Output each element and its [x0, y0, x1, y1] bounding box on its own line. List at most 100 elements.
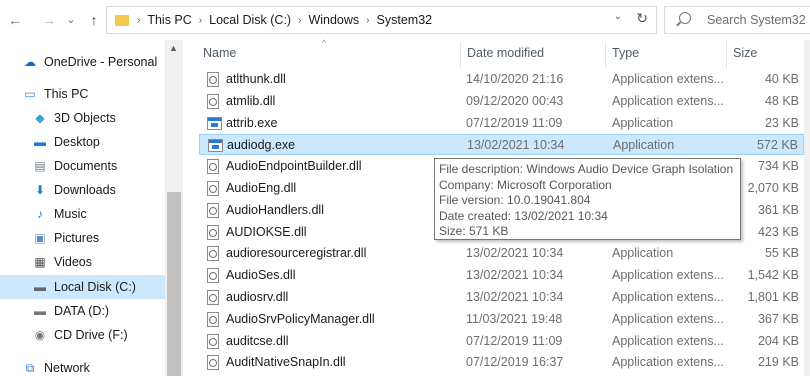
sidebar-scroll-thumb[interactable] [167, 192, 181, 376]
sidebar-item-label: Downloads [54, 183, 116, 197]
file-list-scrollbar[interactable] [804, 40, 810, 376]
cloud-icon: ☁ [24, 55, 36, 69]
file-name: AudioSes.dll [226, 268, 296, 283]
chevron-right-icon[interactable]: › [366, 15, 369, 26]
table-row[interactable]: AudioSes.dll 13/02/2021 10:34 Application … [199, 265, 804, 286]
sort-ascending-icon: ^ [322, 38, 327, 48]
file-name: AUDIOKSE.dll [226, 224, 307, 239]
file-type: Application extens... [612, 333, 724, 348]
file-size: 361 KB [757, 202, 799, 217]
file-name: AudioEng.dll [226, 181, 297, 195]
dll-file-icon [207, 311, 219, 327]
breadcrumb: › This PC › Local Disk (C:) › Windows › … [115, 7, 432, 33]
file-date: 07/12/2019 16:37 [466, 355, 564, 370]
recent-locations-icon[interactable]: ⌄ [64, 11, 78, 29]
dll-file-icon [207, 202, 219, 218]
application-file-icon [207, 116, 222, 130]
column-header-name[interactable]: Name [203, 46, 236, 60]
chevron-down-icon[interactable]: ⌄ [614, 11, 622, 22]
sidebar-item[interactable]: ☁ OneDrive - Personal [0, 50, 165, 74]
sidebar-item[interactable]: ▬ Local Disk (C:) [0, 275, 165, 299]
column-divider[interactable] [726, 42, 727, 68]
up-arrow-icon[interactable]: ↑ [86, 11, 102, 29]
breadcrumb-local-disk[interactable]: Local Disk (C:) [209, 13, 291, 27]
sidebar-item[interactable]: ▬ Desktop [0, 130, 165, 154]
file-type: Application extens... [612, 355, 724, 370]
gear-icon [209, 272, 217, 281]
column-header-size[interactable]: Size [733, 46, 757, 60]
file-date: 13/02/2021 10:34 [466, 290, 564, 304]
breadcrumb-system32[interactable]: System32 [377, 13, 433, 27]
refresh-icon[interactable]: ↻ [636, 10, 648, 27]
sidebar-item[interactable]: ⬇ Downloads [0, 178, 165, 202]
sidebar-item[interactable]: ▤ Documents [0, 154, 165, 178]
file-type: Application extens... [612, 290, 724, 304]
sidebar-item-label: CD Drive (F:) [54, 328, 128, 342]
table-row[interactable]: AuditNativeSnapIn.dll 07/12/2019 16:37 App… [199, 352, 804, 373]
file-date: 13/02/2021 10:34 [466, 246, 564, 261]
chevron-right-icon[interactable]: › [137, 15, 140, 26]
gear-icon [209, 228, 217, 237]
table-row[interactable]: AudioSrvPolicyManager.dll 11/03/2021 19:4… [199, 309, 804, 330]
sidebar-item-label: Desktop [54, 135, 100, 149]
tooltip-company: Company: Microsoft Corporation [439, 177, 612, 192]
file-name: attrib.exe [226, 115, 278, 130]
sidebar-item[interactable]: ⧉ Network [0, 356, 165, 376]
chevron-right-icon[interactable]: › [298, 15, 301, 26]
sidebar-item[interactable]: ◉ CD Drive (F:) [0, 323, 165, 347]
column-header-date[interactable]: Date modified [467, 46, 544, 60]
address-bar[interactable]: › This PC › Local Disk (C:) › Windows › … [106, 6, 657, 34]
chevron-right-icon[interactable]: › [199, 15, 202, 26]
sidebar-item[interactable]: ▭ This PC [0, 82, 165, 106]
table-row[interactable]: audioresourceregistrar.dll 13/02/2021 10:… [199, 243, 804, 264]
file-size: 367 KB [757, 311, 799, 326]
sidebar-item[interactable]: ◆ 3D Objects [0, 106, 165, 130]
desktop-icon: ▬ [34, 135, 46, 149]
gear-icon [209, 76, 217, 84]
drive-icon: ▬ [34, 280, 46, 294]
file-name: AudioSrvPolicyManager.dll [226, 311, 375, 326]
table-row[interactable]: attrib.exe 07/12/2019 11:09 Application 23 … [199, 113, 804, 134]
search-placeholder: Search System32 [707, 13, 806, 27]
gear-icon [209, 294, 217, 302]
sidebar-item[interactable]: ▬ DATA (D:) [0, 299, 165, 323]
sidebar-item-label: Local Disk (C:) [54, 280, 136, 294]
table-row[interactable]: audiosrv.dll 13/02/2021 10:34 Application … [199, 287, 804, 308]
file-date: 09/12/2020 00:43 [466, 93, 564, 108]
cd-icon: ◉ [34, 328, 46, 342]
tooltip-date-created: Date created: 13/02/2021 10:34 [439, 208, 608, 223]
file-name: audioresourceregistrar.dll [226, 246, 367, 261]
file-name: atlthunk.dll [226, 72, 286, 86]
dll-file-icon [207, 159, 219, 175]
column-header-type[interactable]: Type [612, 46, 639, 60]
gear-icon [209, 337, 217, 346]
dll-file-icon [207, 93, 219, 109]
file-name: auditcse.dll [226, 333, 289, 348]
file-name: atmlib.dll [226, 93, 276, 108]
sidebar-item[interactable]: ♪ Music [0, 202, 165, 226]
file-type: Application [612, 115, 674, 130]
dll-file-icon [207, 333, 219, 349]
table-row[interactable]: audiodg.exe 13/02/2021 10:34 Application 57… [199, 134, 804, 156]
sidebar-item[interactable]: ▦ Videos [0, 250, 165, 274]
column-divider[interactable] [460, 42, 461, 68]
breadcrumb-windows[interactable]: Windows [308, 13, 359, 27]
scroll-up-icon[interactable]: ▲ [169, 43, 178, 53]
file-size: 23 KB [764, 115, 799, 130]
file-type: Application extens... [612, 268, 724, 283]
sidebar-item[interactable]: ▣ Pictures [0, 226, 165, 250]
column-divider[interactable] [605, 42, 606, 68]
search-input[interactable]: Search System32 [664, 6, 810, 34]
back-arrow-icon[interactable]: ← [6, 11, 24, 29]
application-file-icon [208, 139, 223, 153]
file-size: 219 KB [757, 355, 799, 370]
table-row[interactable]: atlthunk.dll 14/10/2020 21:16 Application … [199, 69, 804, 90]
file-size: 55 KB [764, 246, 799, 261]
forward-arrow-icon[interactable]: → [40, 11, 58, 29]
table-row[interactable]: atmlib.dll 09/12/2020 00:43 Application ex… [199, 91, 804, 112]
sidebar-item-label: Network [44, 361, 90, 375]
file-date: 07/12/2019 11:09 [466, 333, 563, 348]
table-row[interactable]: auditcse.dll 07/12/2019 11:09 Application … [199, 331, 804, 352]
breadcrumb-this-pc[interactable]: This PC [147, 13, 191, 27]
document-icon: ▤ [34, 159, 46, 173]
